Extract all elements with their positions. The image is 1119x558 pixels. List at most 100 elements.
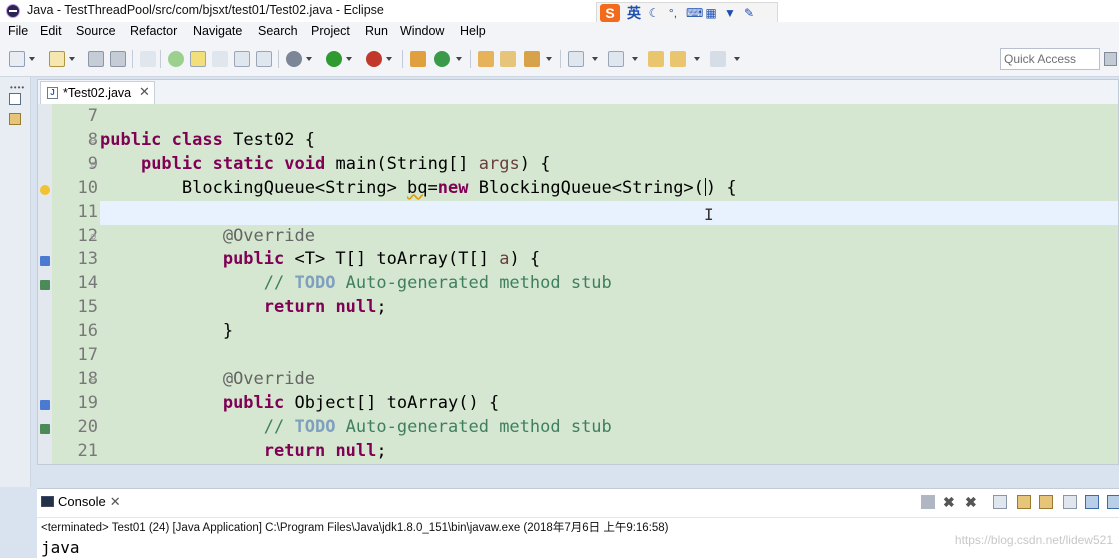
ime-language-toggle[interactable]: 英	[627, 3, 641, 23]
window-title: Java - TestThreadPool/src/com/bjsxt/test…	[27, 3, 384, 17]
toolbar-separator	[132, 50, 133, 68]
menu-refactor[interactable]: Refactor	[130, 24, 177, 38]
external-tools-icon[interactable]	[366, 51, 382, 67]
pin-icon[interactable]	[168, 51, 184, 67]
run-dropdown-icon[interactable]	[346, 57, 352, 61]
new-class-dropdown-icon[interactable]	[456, 57, 462, 61]
shirt-icon[interactable]: ▼	[724, 7, 736, 19]
menu-window[interactable]: Window	[400, 24, 444, 38]
menu-navigate[interactable]: Navigate	[193, 24, 242, 38]
fold-toggle-icon[interactable]: ⊖	[90, 375, 97, 384]
next-annotation-icon[interactable]	[568, 51, 584, 67]
menu-help[interactable]: Help	[460, 24, 486, 38]
search-icon[interactable]	[524, 51, 540, 67]
console-icon	[41, 496, 54, 507]
remove-launch-icon[interactable]: ✖	[943, 495, 957, 509]
forward-icon[interactable]	[710, 51, 726, 67]
remove-all-terminated-icon[interactable]: ✖	[965, 495, 979, 509]
clear-console-icon[interactable]	[993, 495, 1007, 509]
code-token: //	[263, 416, 295, 437]
override-marker-icon[interactable]	[40, 399, 50, 410]
search-dropdown-icon[interactable]	[546, 57, 552, 61]
menu-run[interactable]: Run	[365, 24, 388, 38]
fold-toggle-icon[interactable]: ⊖	[90, 160, 97, 169]
external-tools-dropdown-icon[interactable]	[386, 57, 392, 61]
mark-occurrences-icon[interactable]	[212, 51, 228, 67]
previous-annotation-dropdown-icon[interactable]	[632, 57, 638, 61]
ime-toolbar[interactable]: S 英 ☾ °, ⌨ ▦ ▼ ✎	[596, 2, 778, 24]
quick-access-input[interactable]: Quick Access	[1000, 48, 1100, 70]
code-token: @Override	[222, 368, 315, 389]
next-annotation-dropdown-icon[interactable]	[592, 57, 598, 61]
skip-breakpoints-icon[interactable]	[140, 51, 156, 67]
menu-source[interactable]: Source	[76, 24, 116, 38]
tab-test02-java[interactable]: J *Test02.java ✕	[40, 81, 155, 104]
new-project-dropdown-icon[interactable]	[69, 57, 75, 61]
run-icon[interactable]	[326, 51, 342, 67]
task-marker-icon[interactable]	[40, 423, 50, 434]
eclipse-icon	[6, 4, 20, 18]
new-dropdown-icon[interactable]	[29, 57, 35, 61]
save-icon[interactable]	[88, 51, 104, 67]
keyboard-icon[interactable]: ⌨	[686, 7, 703, 19]
back-icon[interactable]	[670, 51, 686, 67]
debug-icon[interactable]	[286, 51, 302, 67]
package-explorer-icon[interactable]	[9, 113, 21, 125]
highlight-icon[interactable]	[190, 51, 206, 67]
code-token: public	[100, 129, 162, 150]
code-editor[interactable]: I 7 8 public class Test02 {9 public static…	[38, 104, 1118, 464]
open-perspective-icon[interactable]	[1104, 52, 1117, 66]
save-all-icon[interactable]	[110, 51, 126, 67]
fold-toggle-icon[interactable]: ⊖	[90, 232, 97, 241]
task-marker-icon[interactable]	[40, 280, 50, 291]
scroll-lock-icon[interactable]	[1017, 495, 1031, 509]
new-java-class-icon[interactable]	[434, 51, 450, 67]
new-icon[interactable]	[9, 51, 25, 67]
fold-toggle-icon[interactable]: ⊖	[90, 136, 97, 145]
code-token: TODO	[294, 416, 336, 437]
code-line: // TODO Auto-generated method stub	[100, 417, 612, 437]
drag-handle-icon[interactable]: ••••	[10, 83, 25, 92]
wrench-icon[interactable]: ✎	[743, 7, 755, 19]
show-whitespace-icon[interactable]	[256, 51, 272, 67]
warning-marker-icon[interactable]	[40, 184, 50, 195]
terminate-icon[interactable]	[921, 495, 935, 509]
debug-dropdown-icon[interactable]	[306, 57, 312, 61]
menu-search[interactable]: Search	[258, 24, 298, 38]
display-selected-console-icon[interactable]	[1107, 495, 1119, 509]
punctuation-icon[interactable]: °,	[667, 7, 679, 19]
open-task-icon[interactable]	[500, 51, 516, 67]
override-marker-icon[interactable]	[40, 256, 50, 267]
code-token: Test02 {	[222, 129, 315, 150]
code-line: public class Test02 {	[100, 130, 315, 150]
new-project-icon[interactable]	[49, 51, 65, 67]
pin-console-icon[interactable]	[1085, 495, 1099, 509]
line-number: 21	[77, 440, 98, 461]
show-console-on-output-icon[interactable]	[1063, 495, 1077, 509]
word-wrap-icon[interactable]	[1039, 495, 1053, 509]
menu-edit[interactable]: Edit	[40, 24, 62, 38]
previous-annotation-icon[interactable]	[608, 51, 624, 67]
new-java-package-icon[interactable]	[410, 51, 426, 67]
moon-icon[interactable]: ☾	[648, 7, 660, 19]
close-tab-icon[interactable]: ✕	[139, 84, 150, 100]
grid-icon[interactable]: ▦	[705, 7, 717, 19]
forward-dropdown-icon[interactable]	[734, 57, 740, 61]
tab-console[interactable]: Console ✕	[41, 494, 121, 510]
open-type-icon[interactable]	[478, 51, 494, 67]
last-edit-location-icon[interactable]	[648, 51, 664, 67]
sogou-logo-icon[interactable]: S	[600, 4, 620, 22]
editor-panel: J *Test02.java ✕ I 7 8 public class Test02…	[37, 79, 1119, 465]
line-number: 13	[77, 249, 98, 270]
close-console-icon[interactable]: ✕	[110, 494, 121, 509]
menu-file[interactable]: File	[8, 24, 28, 38]
restore-icon[interactable]	[9, 93, 21, 105]
back-dropdown-icon[interactable]	[694, 57, 700, 61]
block-selection-icon[interactable]	[234, 51, 250, 67]
code-token: args	[478, 153, 520, 174]
menu-project[interactable]: Project	[311, 24, 350, 38]
code-token: @Override	[222, 225, 315, 246]
mouse-ibeam-cursor: I	[704, 205, 714, 224]
code-token: Object[] toArray() {	[284, 392, 500, 413]
